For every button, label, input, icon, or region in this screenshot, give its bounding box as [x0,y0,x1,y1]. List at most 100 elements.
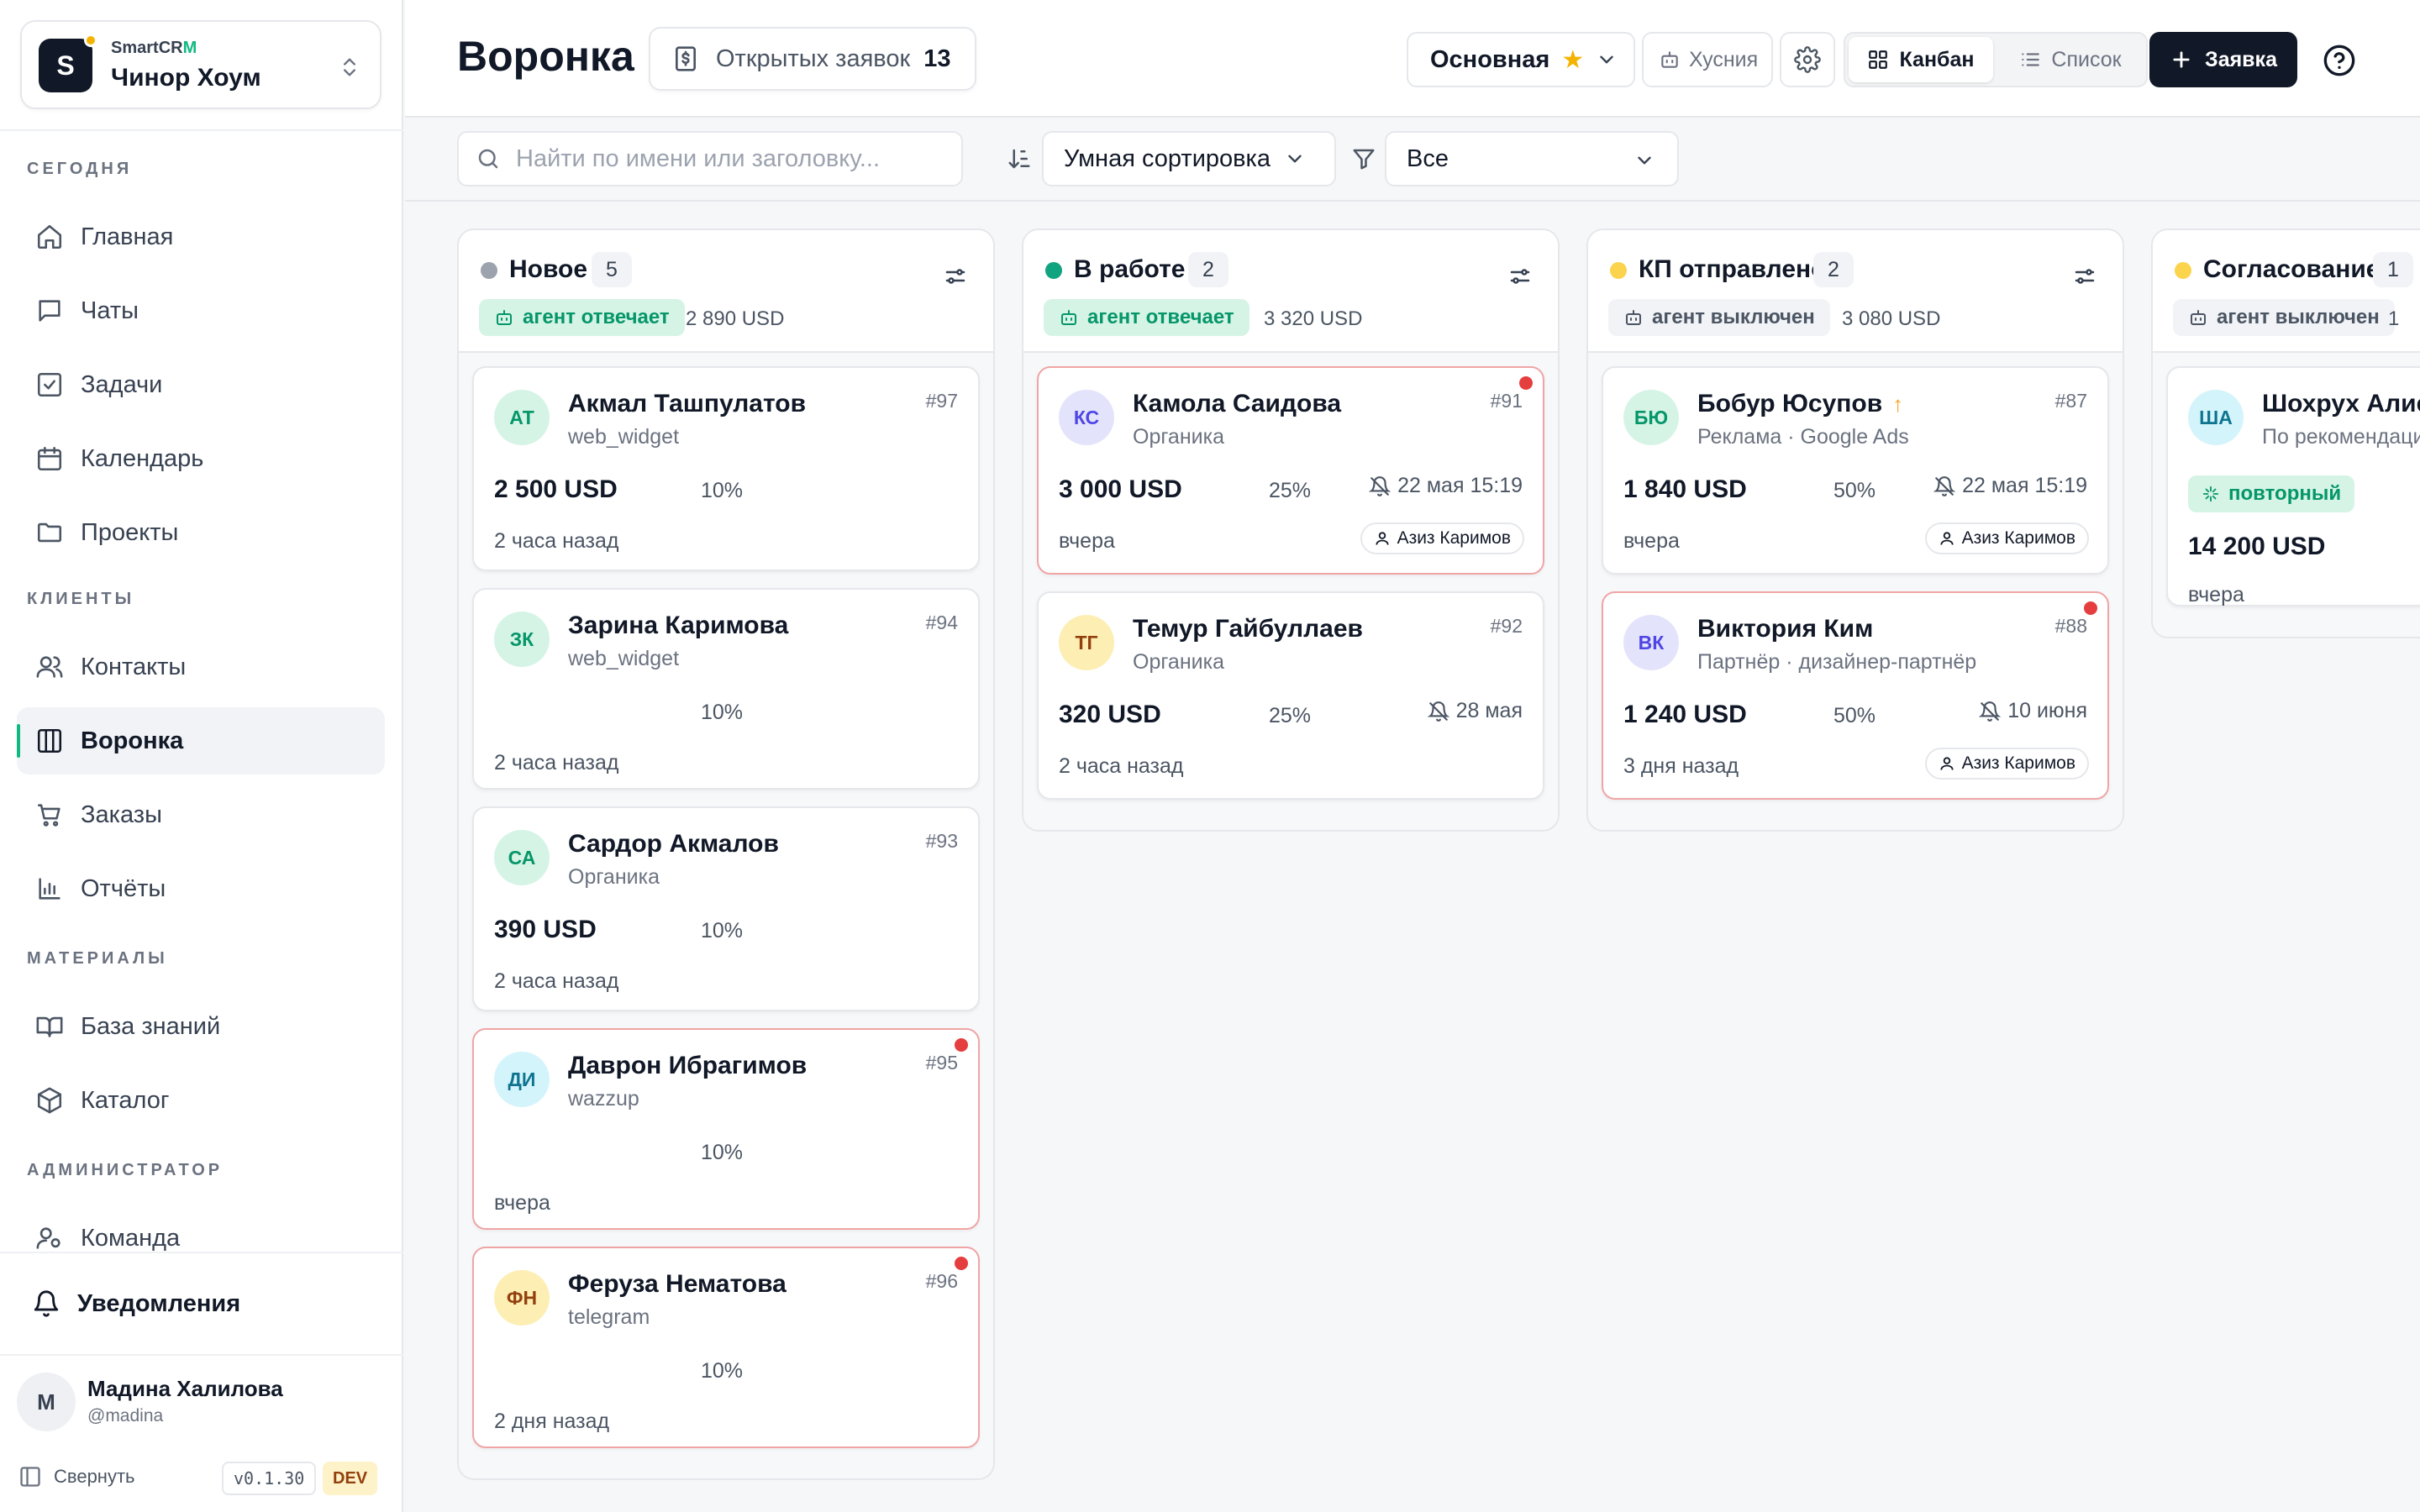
deal-amount: 1 840 USD [1623,475,1747,503]
deal-source: По рекомендации [2262,425,2420,449]
sidebar-item[interactable]: Заказы [17,781,385,848]
deal-contact-name: Акмал Ташпулатов [568,390,807,417]
user-name: Мадина Халилова [87,1376,283,1401]
deal-contact-name: Феруза Нематова [568,1270,786,1298]
user-icon [1375,532,1389,545]
search-input[interactable] [516,144,953,173]
deal-card[interactable]: ВК Виктория Ким Партнёр · дизайнер-партнёр… [1602,591,2109,800]
deal-card[interactable]: ДИ Даврон Ибрагимов wazzup #95 10% вчера [472,1028,980,1230]
column-settings-icon[interactable] [2072,264,2097,289]
team-icon [36,1227,60,1249]
sidebar-item[interactable]: Контакты [17,633,385,701]
open-deals-count: 13 [923,45,951,72]
deal-amount: 14 200 USD [2188,533,2326,560]
user-avatar[interactable]: М [17,1373,76,1431]
deal-source: Партнёр · дизайнер-партнёр [1697,650,1977,674]
sidebar-item[interactable]: Проекты [17,499,385,566]
list-icon [2022,53,2040,66]
sidebar-divider [0,129,403,131]
deal-amount: 1 240 USD [1623,701,1747,728]
pipeline-select[interactable]: Основная ★ [1407,32,1635,87]
sidebar-item[interactable]: Главная [17,203,385,270]
repeat-customer-badge: повторный [2188,475,2355,512]
sidebar-item[interactable]: Команда [17,1205,385,1272]
page-title: Воронка [457,33,634,80]
pipeline-label: Основная [1430,45,1550,73]
new-deal-button[interactable]: Заявка [2149,32,2297,87]
deal-updated-time: 2 часа назад [494,529,619,553]
agent-status-badge[interactable]: агент отвечает [1044,299,1249,336]
bell-off-icon [1427,701,1449,722]
deal-id: #88 [2054,615,2087,637]
bot-icon [2191,310,2206,325]
deal-updated-time: 2 дня назад [494,1410,610,1433]
column-count: 2 [1813,252,1854,287]
agent-status-badge[interactable]: агент отвечает [479,299,685,336]
view-kanban-button[interactable]: Канбан [1849,37,1993,82]
view-list-label: Список [2051,47,2122,71]
chart-icon [39,878,60,900]
kanban-column: В работе 2 агент отвечает 3 320 USD КС Камола… [1022,228,1560,832]
column-settings-icon[interactable] [1507,264,1533,289]
brand-name: SmartCRM [111,39,197,57]
view-list-button[interactable]: Список [2003,37,2138,82]
deal-source: Органика [568,865,660,889]
notifications-button[interactable]: Уведомления [17,1270,385,1337]
deal-card[interactable]: ША Шохрух Алиев По рекомендации повторный 14… [2166,366,2420,606]
column-header: Согласование 1 агент выключен 1 [2153,230,2420,353]
sort-icon[interactable] [1007,146,1032,171]
column-settings-icon[interactable] [943,264,968,289]
agent-status-badge[interactable]: агент выключен [1608,299,1830,336]
bot-icon [1626,310,1641,325]
deal-contact-name: Камола Саидова [1133,390,1342,417]
filter-select[interactable]: Все [1385,131,1679,186]
deal-source: web_widget [568,647,680,670]
bot-icon [1661,51,1678,68]
deal-card[interactable]: БЮ Бобур Юсупов ↑ Реклама · Google Ads #87 1 … [1602,366,2109,575]
deal-card[interactable]: КС Камола Саидова Органика #91 3 000 USD 25% 2… [1037,366,1544,575]
sidebar-item-label: Контакты [81,653,187,680]
agent-button[interactable]: Хусния [1642,32,1773,87]
arrow-up-icon: ↑ [1892,391,1904,417]
sidebar: S SmartCRM Чинор Хоум СЕГОДНЯ Главная Чаты… [0,0,403,1512]
sort-select[interactable]: Умная сортировка [1042,131,1336,186]
sidebar-item[interactable]: Воронка [17,707,385,774]
deal-probability: 25% [1269,479,1312,502]
deal-reminder: 22 мая 15:19 [1369,474,1523,498]
search-icon [478,149,498,169]
deal-owner-chip[interactable]: Азиз Каримов [1924,748,2089,780]
book-icon [36,1016,63,1037]
bell-off-icon [1369,475,1392,496]
reminder-text: 10 июня [2007,699,2087,722]
repeat-customer-label: повторный [2228,482,2342,505]
deal-id: #96 [925,1270,958,1292]
deal-card[interactable]: СА Сардор Акмалов Органика #93 390 USD 10% 2 ч… [472,806,980,1011]
sidebar-item[interactable]: Задачи [17,351,385,418]
deal-source: Органика [1133,650,1224,674]
deal-id: #93 [925,830,958,852]
deal-card[interactable]: АТ Акмал Ташпулатов web_widget #97 2 500 USD… [472,366,980,571]
sidebar-item[interactable]: Отчёты [17,855,385,922]
sidebar-item[interactable]: Календарь [17,425,385,492]
settings-button[interactable] [1780,32,1835,87]
open-deals-counter[interactable]: Открытых заявок 13 [649,27,976,91]
deal-probability: 10% [701,919,744,942]
bot-icon [497,310,512,325]
bell-off-icon [1979,701,2002,722]
column-total: 3 080 USD [1842,307,1941,330]
deal-owner-chip[interactable]: Азиз Каримов [1924,522,2089,554]
workspace-switcher[interactable]: S SmartCRM Чинор Хоум [20,20,381,109]
chat-icon [39,300,60,322]
sidebar-item[interactable]: База знаний [17,993,385,1060]
collapse-sidebar-button[interactable]: Свернуть [18,1465,135,1488]
deal-card[interactable]: ФН Феруза Нематова telegram #96 10% 2 дня наз… [472,1247,980,1448]
sidebar-item[interactable]: Каталог [17,1067,385,1134]
sidebar-item[interactable]: Чаты [17,277,385,344]
filter-icon[interactable] [1351,146,1376,171]
deal-card[interactable]: ЗК Зарина Каримова web_widget #94 10% 2 часа … [472,588,980,790]
agent-status-badge[interactable]: агент выключен [2173,299,2395,336]
sidebar-item-label: Главная [81,223,174,250]
deal-card[interactable]: ТГ Темур Гайбуллаев Органика #92 320 USD 25% 2… [1037,591,1544,800]
help-icon[interactable] [2323,44,2356,77]
deal-owner-chip[interactable]: Азиз Каримов [1360,522,1524,554]
